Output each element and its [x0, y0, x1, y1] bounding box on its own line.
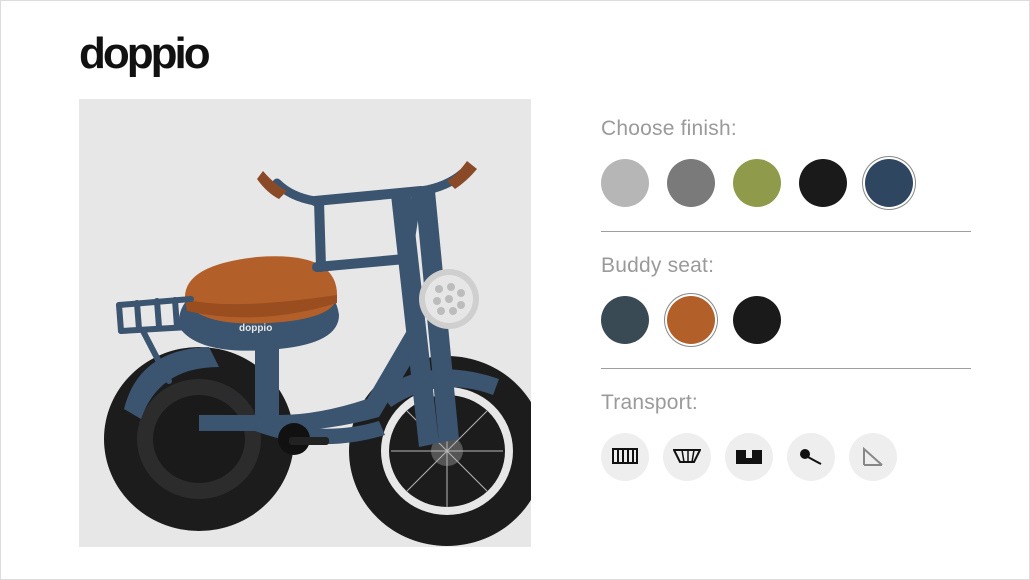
transport-option-mirror[interactable] [787, 433, 835, 481]
transport-option-basket[interactable] [663, 433, 711, 481]
finish-swatches [601, 159, 981, 207]
finish-swatch-black[interactable] [799, 159, 847, 207]
bike-illustration: doppio [79, 99, 531, 547]
seat-swatch-slate[interactable] [601, 296, 649, 344]
configurator-panel: Choose finish: Buddy seat: Transport: [601, 117, 981, 481]
transport-label: Transport: [601, 391, 981, 415]
transport-option-kickstand[interactable] [849, 433, 897, 481]
transport-options [601, 433, 981, 481]
divider [601, 368, 971, 369]
divider [601, 231, 971, 232]
mirror-icon [799, 448, 823, 466]
finish-swatch-olive[interactable] [733, 159, 781, 207]
brand-logo: doppio [79, 29, 208, 79]
seat-swatch-black[interactable] [733, 296, 781, 344]
product-preview: doppio [79, 99, 531, 547]
kickstand-icon [862, 447, 884, 467]
transport-option-pannier[interactable] [725, 433, 773, 481]
finish-swatch-grey[interactable] [667, 159, 715, 207]
basket-icon [673, 449, 701, 465]
seat-swatch-brown[interactable] [667, 296, 715, 344]
buddy-seat-swatches [601, 296, 981, 344]
front-rack-icon [612, 448, 638, 466]
svg-text:doppio: doppio [239, 323, 272, 334]
finish-swatch-light-grey[interactable] [601, 159, 649, 207]
pannier-icon [736, 448, 762, 466]
finish-swatch-navy[interactable] [865, 159, 913, 207]
transport-option-front-rack[interactable] [601, 433, 649, 481]
finish-label: Choose finish: [601, 117, 981, 141]
buddy-seat-label: Buddy seat: [601, 254, 981, 278]
